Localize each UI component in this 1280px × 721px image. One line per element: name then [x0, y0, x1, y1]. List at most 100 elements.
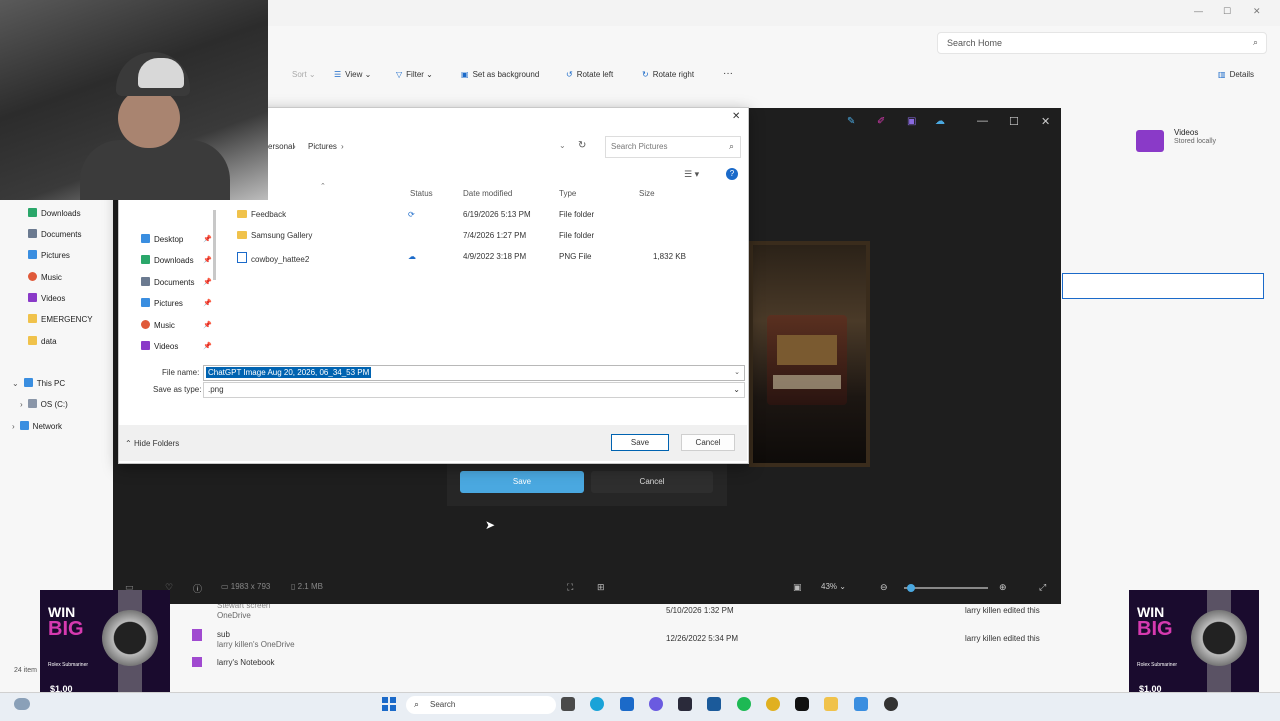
column-header-status[interactable]: Status [410, 189, 433, 198]
dialog-search-input[interactable]: Search Pictures ⌕ [605, 136, 741, 158]
file-date: 6/19/2026 5:13 PM [463, 210, 531, 219]
background-icon: ▣ [461, 70, 469, 79]
zoom-in-icon[interactable]: ⊕ [999, 582, 1007, 593]
taskbar-search[interactable]: ⌕ Search [406, 696, 556, 714]
zoom-slider[interactable] [904, 587, 988, 589]
file-row-name[interactable]: sub [217, 630, 230, 639]
chevron-down-icon[interactable]: ⌄ [733, 385, 740, 394]
file-name-input[interactable]: ChatGPT Image Aug 20, 2026, 06_34_53 PM … [203, 365, 745, 381]
sidebar-item-downloads[interactable]: Downloads [28, 208, 81, 218]
minimize-icon[interactable]: — [977, 115, 988, 127]
explorer-search-input[interactable]: Search Home ⌕ [937, 32, 1267, 54]
zoom-slider-thumb[interactable] [907, 584, 915, 592]
videos-quick-access-tile[interactable]: Videos Stored locally [1136, 128, 1256, 158]
details-button[interactable]: ▥ Details [1218, 70, 1254, 79]
info-icon[interactable]: ⓘ [193, 582, 202, 595]
dialog-close-icon[interactable]: ✕ [732, 111, 740, 122]
help-icon[interactable]: ? [726, 168, 738, 180]
minimize-icon[interactable]: — [1194, 6, 1203, 16]
sort-button[interactable]: Sort ⌄ [292, 70, 316, 79]
chrome-icon[interactable] [766, 697, 780, 711]
chevron-down-icon[interactable]: ⌄ [734, 368, 740, 376]
explorer-titlebar [268, 0, 1280, 26]
more-options-button[interactable]: ··· [723, 68, 733, 79]
nav-item-documents[interactable]: Documents [141, 277, 194, 287]
breadcrumb-item[interactable]: ersonal [268, 142, 294, 151]
hide-folders-button[interactable]: ⌃ Hide Folders [125, 439, 179, 448]
draw-icon[interactable]: ✐ [877, 116, 885, 127]
close-icon[interactable]: ✕ [1253, 6, 1261, 17]
column-header-date[interactable]: Date modified [463, 189, 512, 198]
photos-cancel-button[interactable]: Cancel [591, 471, 713, 493]
nav-item-pictures[interactable]: Pictures [141, 298, 183, 308]
nav-scrollbar[interactable] [213, 210, 216, 280]
selected-row-highlight[interactable] [1062, 273, 1264, 299]
column-header-size[interactable]: Size [639, 189, 655, 198]
sidebar-item-pictures[interactable]: Pictures [28, 250, 70, 260]
ocr-icon[interactable]: ⊞ [597, 582, 605, 593]
close-icon[interactable]: ✕ [1041, 115, 1050, 128]
designer-icon[interactable]: ▣ [907, 116, 916, 127]
dialog-cancel-button[interactable]: Cancel [681, 434, 735, 451]
column-header-type[interactable]: Type [559, 189, 576, 198]
weather-icon[interactable] [14, 698, 30, 710]
maximize-icon[interactable]: ☐ [1223, 6, 1231, 17]
onedrive-icon[interactable]: ☁ [935, 116, 945, 127]
start-icon[interactable] [382, 697, 396, 711]
fit-icon[interactable]: ▣ [793, 582, 802, 593]
dialog-save-button[interactable]: Save [611, 434, 669, 451]
zoom-out-icon[interactable]: ⊖ [880, 582, 888, 593]
pin-icon: 📌 [203, 343, 212, 350]
spotify-icon[interactable] [737, 697, 751, 711]
view-options-icon[interactable]: ☰ ▾ [684, 169, 699, 180]
photos-save-button[interactable]: Save [460, 471, 584, 493]
task-view-icon[interactable] [561, 697, 575, 711]
fullscreen-icon[interactable]: ⤢ [1039, 582, 1046, 593]
terminal-icon[interactable] [678, 697, 692, 711]
filter-button[interactable]: ▽ Filter ⌄ [396, 70, 433, 79]
rotate-right-button[interactable]: ↻ Rotate right [642, 70, 694, 79]
designer-app-icon[interactable] [620, 697, 634, 711]
photos-app-icon[interactable] [854, 697, 868, 711]
file-explorer-icon[interactable] [824, 697, 838, 711]
edit-icon[interactable]: ✎ [847, 116, 855, 127]
view-button[interactable]: ☰ View ⌄ [334, 70, 371, 79]
edge-icon[interactable] [590, 697, 604, 711]
nav-item-downloads[interactable]: Downloads [141, 255, 194, 265]
truck-image [767, 315, 847, 405]
discord-icon[interactable] [649, 697, 663, 711]
sidebar-item-os-drive[interactable]: › OS (C:) [20, 399, 68, 409]
taskbar [0, 692, 1280, 721]
crop-icon[interactable]: ⛶ [567, 582, 573, 593]
nav-item-music[interactable]: Music [141, 320, 175, 330]
breadcrumb-item[interactable]: Pictures [308, 142, 337, 151]
set-background-button[interactable]: ▣ Set as background [461, 70, 539, 79]
nav-item-desktop[interactable]: Desktop [141, 234, 183, 244]
file-row-name[interactable]: larry's Notebook [217, 658, 275, 667]
refresh-icon[interactable]: ↻ [578, 140, 586, 151]
rotate-left-button[interactable]: ↺ Rotate left [566, 70, 613, 79]
sidebar-item-this-pc[interactable]: ⌄ This PC [12, 378, 65, 388]
address-bar[interactable]: ersonal › Pictures › ⌄ [268, 136, 598, 156]
obs-icon[interactable] [884, 697, 898, 711]
file-row-samsung-gallery[interactable]: Samsung Gallery [237, 231, 312, 240]
sidebar-item-data[interactable]: data [28, 336, 57, 346]
sidebar-item-documents[interactable]: Documents [28, 229, 81, 239]
png-file-icon [237, 252, 247, 263]
save-as-type-select[interactable]: .png ⌄ [203, 382, 745, 398]
file-row-feedback[interactable]: Feedback [237, 210, 286, 219]
nav-item-videos[interactable]: Videos [141, 341, 178, 351]
maximize-icon[interactable]: ☐ [1009, 115, 1019, 128]
chevron-down-icon[interactable]: ⌄ [559, 141, 566, 150]
file-row-activity: larry killen edited this [965, 606, 1040, 615]
file-row-cowboy-hattee2[interactable]: cowboy_hattee2 [237, 252, 309, 264]
tiktok-icon[interactable] [795, 697, 809, 711]
store-icon[interactable] [707, 697, 721, 711]
downloads-icon [28, 208, 37, 217]
zoom-level[interactable]: 43% ⌄ [821, 582, 846, 591]
sidebar-item-emergency[interactable]: EMERGENCY [28, 314, 93, 324]
breadcrumb-separator-icon: › [341, 142, 344, 151]
sidebar-item-videos[interactable]: Videos [28, 293, 65, 303]
sidebar-item-network[interactable]: › Network [12, 421, 62, 431]
sidebar-item-music[interactable]: Music [28, 272, 62, 282]
